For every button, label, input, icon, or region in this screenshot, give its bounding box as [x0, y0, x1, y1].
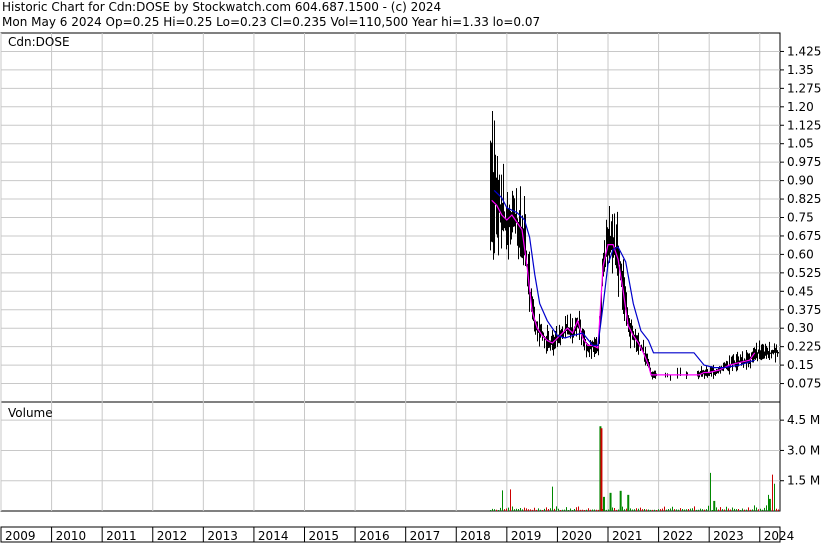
- price-tick-label: 0.90: [787, 174, 814, 188]
- year-tick-label: 2017: [410, 529, 441, 543]
- price-tick-label: 0.75: [787, 211, 814, 225]
- volume-axis-ticks: 4.5 M 3.0 M 1.5 M: [780, 413, 820, 488]
- year-tick-label: 2022: [663, 529, 694, 543]
- volume-bars: [490, 426, 779, 511]
- year-tick-label: 2011: [106, 529, 137, 543]
- year-tick-label: 2013: [207, 529, 238, 543]
- year-tick-label: 2021: [612, 529, 643, 543]
- price-tick-label: 0.60: [787, 247, 814, 261]
- year-tick-label: 2009: [5, 529, 36, 543]
- year-tick-label: 2023: [713, 529, 744, 543]
- price-tick-label: 0.975: [787, 155, 821, 169]
- price-tick-label: 1.35: [787, 63, 814, 77]
- volume-tick-label: 4.5 M: [787, 413, 820, 427]
- price-tick-label: 1.425: [787, 44, 821, 58]
- year-tick-label: 2016: [359, 529, 390, 543]
- volume-panel-label: Volume: [8, 406, 53, 420]
- year-tick-label: 2018: [460, 529, 491, 543]
- stock-chart: 1.425 1.35 1.275 1.20 1.125 1.05 0.975 0.90 0.82…: [0, 32, 821, 543]
- price-grid: [0, 33, 780, 402]
- price-tick-label: 0.525: [787, 266, 821, 280]
- price-tick-label: 1.20: [787, 100, 814, 114]
- short-moving-average-line: [491, 199, 756, 376]
- year-tick-label: 2015: [309, 529, 340, 543]
- price-bars: [490, 110, 779, 381]
- year-tick-label: 2024: [764, 529, 795, 543]
- volume-panel-frame: [0, 401, 781, 512]
- year-tick-label: 2020: [561, 529, 592, 543]
- year-axis-ticks: 2009 2010 2011 2012 2013 2014 2015 2016 2017 2018…: [0, 527, 795, 543]
- year-tick-label: 2014: [258, 529, 289, 543]
- price-tick-label: 0.45: [787, 284, 814, 298]
- price-tick-label: 0.30: [787, 321, 814, 335]
- year-tick-label: 2019: [511, 529, 542, 543]
- price-tick-label: 0.825: [787, 192, 821, 206]
- volume-grid: [0, 402, 780, 511]
- price-tick-label: 1.125: [787, 118, 821, 132]
- price-tick-label: 0.075: [787, 377, 821, 391]
- price-axis-ticks: 1.425 1.35 1.275 1.20 1.125 1.05 0.975 0.90 0.82…: [780, 44, 821, 391]
- price-tick-label: 0.225: [787, 340, 821, 354]
- volume-tick-label: 3.0 M: [787, 443, 820, 457]
- symbol-label: Cdn:DOSE: [8, 35, 70, 49]
- volume-tick-label: 1.5 M: [787, 474, 820, 488]
- price-tick-label: 1.275: [787, 81, 821, 95]
- price-tick-label: 0.15: [787, 358, 814, 372]
- year-tick-label: 2010: [56, 529, 87, 543]
- year-tick-label: 2012: [157, 529, 188, 543]
- price-tick-label: 0.675: [787, 229, 821, 243]
- price-tick-label: 0.375: [787, 303, 821, 317]
- price-tick-label: 1.05: [787, 137, 814, 151]
